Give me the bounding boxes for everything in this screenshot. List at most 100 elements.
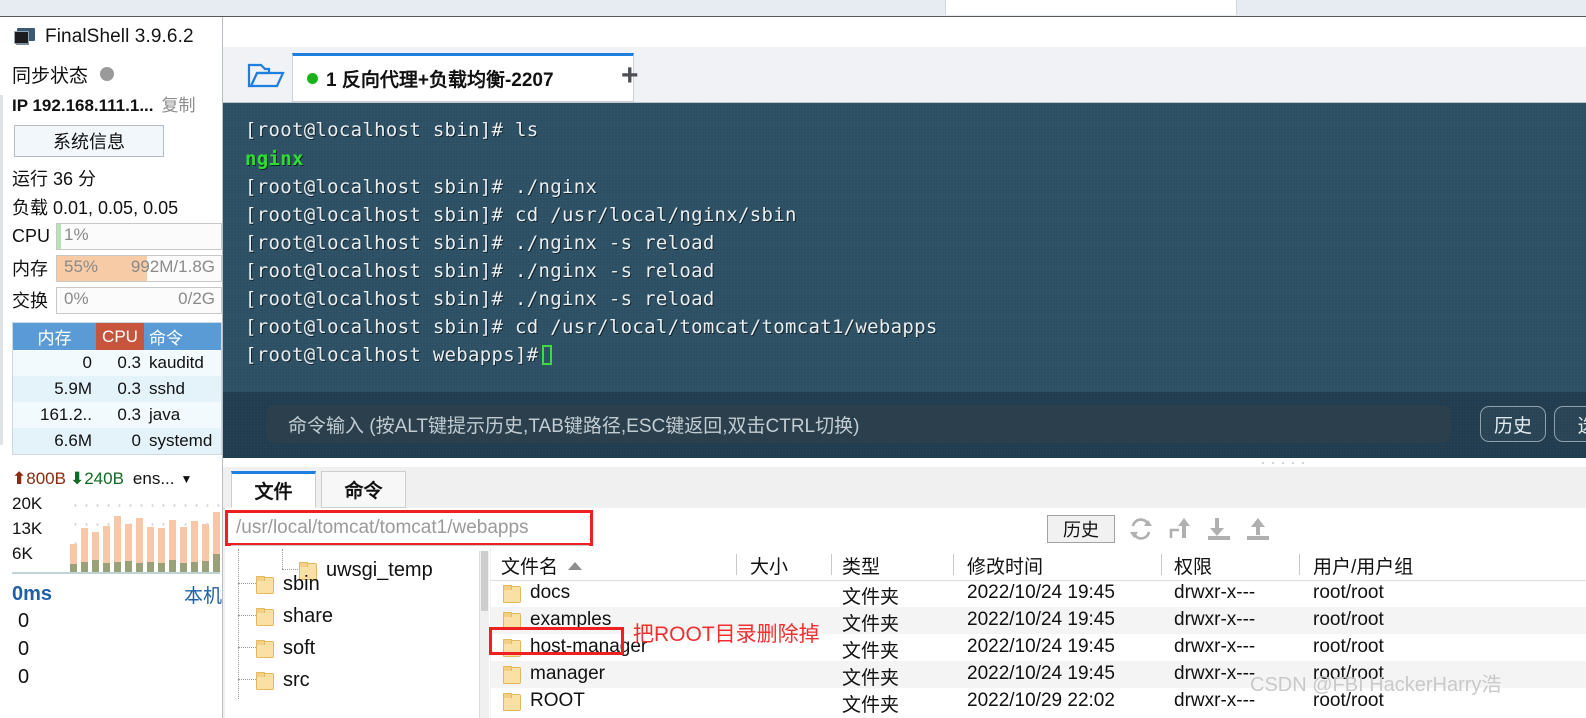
tree-item-label: sbin bbox=[283, 572, 320, 595]
tree-scrollbar[interactable] bbox=[479, 551, 489, 718]
file-perm-cell: drwxr-x--- bbox=[1174, 663, 1256, 684]
cpu-meter-value: 1% bbox=[64, 224, 89, 244]
process-table-header: 内存 CPU 命令 bbox=[13, 323, 221, 350]
process-tab-command[interactable]: 命令 bbox=[144, 323, 221, 350]
swap-meter-label: 交换 bbox=[12, 291, 48, 311]
file-mtime-cell: 2022/10/24 19:45 bbox=[967, 663, 1115, 684]
terminal-line: [root@localhost sbin]# ./nginx -s reload bbox=[245, 260, 715, 282]
command-extra-button[interactable]: 选 bbox=[1554, 406, 1586, 442]
column-header-owner[interactable]: 用户/用户组 bbox=[1313, 552, 1413, 579]
cpu-meter-label: CPU bbox=[12, 225, 51, 246]
column-header-filename[interactable]: 文件名 bbox=[501, 552, 583, 579]
file-perm-cell: drwxr-x--- bbox=[1174, 690, 1256, 711]
folder-icon bbox=[256, 608, 275, 626]
network-y-label: 13K bbox=[12, 519, 43, 538]
app-title: FinalShell 3.9.6.2 bbox=[45, 26, 194, 47]
sort-asc-icon bbox=[568, 561, 583, 570]
process-row[interactable]: 161.2.. 0.3 java bbox=[13, 402, 221, 428]
process-cpu: 0 bbox=[131, 431, 141, 450]
terminal-line-prompt: [root@localhost webapps]# bbox=[245, 344, 553, 366]
file-name-cell: docs bbox=[503, 582, 570, 604]
column-header-filename-label: 文件名 bbox=[501, 557, 559, 578]
file-type-cell: 文件夹 bbox=[842, 668, 900, 689]
tree-item-soft[interactable]: soft bbox=[256, 632, 315, 664]
ping-y-label: 0 bbox=[18, 638, 30, 660]
file-mtime-cell: 2022/10/24 19:45 bbox=[967, 582, 1115, 603]
copy-ip-button[interactable]: 复制 bbox=[162, 91, 196, 116]
refresh-icon[interactable] bbox=[1128, 516, 1154, 542]
file-owner-cell: root/root bbox=[1313, 636, 1384, 657]
ping-row: 0ms 本机 bbox=[12, 578, 222, 610]
network-graph-bars bbox=[70, 496, 253, 572]
file-owner-cell: root/root bbox=[1313, 609, 1384, 630]
file-type-cell: 文件夹 bbox=[842, 614, 900, 635]
status-dot-grey-icon bbox=[100, 67, 115, 81]
process-row[interactable]: 6.6M 0 systemd bbox=[13, 428, 221, 454]
panel-splitter[interactable] bbox=[223, 458, 1586, 467]
file-history-button[interactable]: 历史 bbox=[1047, 515, 1115, 543]
load-average-label: 负载 0.01, 0.05, 0.05 bbox=[12, 197, 179, 218]
sidebar-left-accent bbox=[0, 95, 3, 445]
swap-meter-value: 0% bbox=[64, 288, 89, 308]
upload-icon[interactable] bbox=[1245, 516, 1271, 542]
folder-icon bbox=[256, 640, 275, 658]
process-cpu: 0.3 bbox=[117, 405, 141, 424]
memory-meter-row: 内存 55% 992M/1.8G bbox=[12, 253, 222, 283]
open-folder-icon[interactable] bbox=[235, 55, 297, 95]
file-name-cell: ROOT bbox=[503, 690, 585, 712]
process-tab-memory[interactable]: 内存 bbox=[13, 323, 96, 350]
network-summary-row[interactable]: ⬆ 800B ⬇ 240B ens... ▼ bbox=[12, 464, 222, 494]
terminal-line: [root@localhost sbin]# cd /usr/local/tom… bbox=[245, 316, 938, 338]
sync-status-row: 同步状态 bbox=[12, 57, 222, 91]
command-history-button[interactable]: 历史 bbox=[1480, 406, 1546, 442]
process-row[interactable]: 5.9M 0.3 sshd bbox=[13, 376, 221, 402]
column-header-permissions[interactable]: 权限 bbox=[1174, 552, 1212, 579]
command-input[interactable]: 命令输入 (按ALT键提示历史,TAB键路径,ESC键返回,双击CTRL切换) bbox=[266, 405, 1451, 443]
tree-item-label: src bbox=[283, 668, 310, 691]
system-info-button[interactable]: 系统信息 bbox=[14, 125, 164, 157]
column-header-mtime[interactable]: 修改时间 bbox=[967, 552, 1043, 579]
process-command: kauditd bbox=[149, 353, 204, 372]
ping-y-label: 0 bbox=[18, 666, 30, 688]
network-traffic-graph: 20K 13K 6K bbox=[12, 494, 253, 574]
column-header-size[interactable]: 大小 bbox=[750, 552, 788, 579]
process-cpu: 0.3 bbox=[117, 379, 141, 398]
tree-item-src[interactable]: src bbox=[256, 664, 310, 696]
file-mtime-cell: 2022/10/24 19:45 bbox=[967, 609, 1115, 630]
directory-tree[interactable]: uwsgi_temp sbin share soft src bbox=[225, 549, 490, 718]
file-perm-cell: drwxr-x--- bbox=[1174, 609, 1256, 630]
splitter-handle-icon bbox=[1258, 461, 1308, 465]
tree-item-share[interactable]: share bbox=[256, 600, 333, 632]
terminal-cursor bbox=[542, 345, 553, 365]
path-input[interactable]: /usr/local/tomcat/tomcat1/webapps bbox=[225, 510, 593, 546]
table-row[interactable]: docs 文件夹 2022/10/24 19:45 drwxr-x--- roo… bbox=[491, 580, 1586, 608]
chevron-down-icon[interactable]: ▼ bbox=[181, 472, 193, 486]
tree-item-label: soft bbox=[283, 636, 316, 659]
terminal-tabstrip: 1 反向代理+负载均衡-2207 close-icon + bbox=[223, 47, 1586, 103]
memory-meter-detail: 992M/1.8G bbox=[130, 256, 215, 276]
app-title-row: FinalShell 3.9.6.2 bbox=[12, 17, 222, 57]
process-tab-cpu[interactable]: CPU bbox=[96, 323, 144, 350]
network-y-label: 6K bbox=[12, 544, 33, 563]
arrow-up-icon: ⬆ bbox=[12, 469, 27, 488]
file-path-bar: /usr/local/tomcat/tomcat1/webapps 历史 bbox=[225, 508, 1586, 550]
delete-root-annotation: 把ROOT目录删除掉 bbox=[633, 623, 820, 646]
open-folder-glyph bbox=[247, 63, 285, 88]
background-window-tab[interactable] bbox=[945, 0, 1237, 15]
memory-meter-label: 内存 bbox=[12, 259, 48, 279]
tab-commands[interactable]: 命令 bbox=[321, 471, 406, 508]
parent-dir-icon[interactable] bbox=[1167, 516, 1193, 542]
process-row[interactable]: 0 0.3 kauditd bbox=[13, 350, 221, 376]
terminal-tab[interactable]: 1 反向代理+负载均衡-2207 close-icon bbox=[292, 53, 634, 102]
cpu-meter: 1% bbox=[56, 222, 222, 250]
column-header-type[interactable]: 类型 bbox=[842, 552, 880, 579]
file-name-cell: manager bbox=[503, 663, 605, 685]
folder-icon bbox=[503, 693, 522, 711]
process-command: systemd bbox=[149, 431, 213, 450]
plus-icon[interactable]: + bbox=[621, 59, 639, 93]
file-name-label: docs bbox=[530, 582, 571, 603]
tab-files[interactable]: 文件 bbox=[231, 471, 316, 508]
terminal-line: [root@localhost sbin]# ./nginx -s reload bbox=[245, 232, 715, 254]
download-icon[interactable] bbox=[1206, 516, 1232, 542]
tree-item-sbin[interactable]: sbin bbox=[256, 568, 320, 600]
